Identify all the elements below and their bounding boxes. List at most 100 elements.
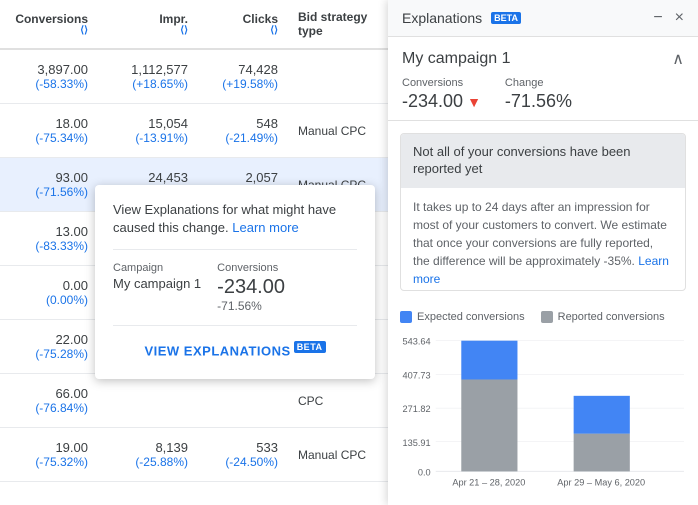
bar-reported-1 (461, 379, 517, 471)
cell-conversions-5: 22.00 (-75.28%) (0, 326, 100, 367)
campaign-section: My campaign 1 ∧ Conversions -234.00 ▼ Ch… (388, 37, 698, 121)
table-row[interactable]: 66.00 (-76.84%) CPC (0, 374, 390, 428)
bar-expected-2 (574, 395, 630, 433)
conversions-change-5: (-75.28%) (12, 347, 88, 361)
campaign-title-row: My campaign 1 ∧ (402, 49, 684, 69)
campaign-metrics: Conversions -234.00 ▼ Change -71.56% (402, 77, 684, 112)
col-impr-label: Impr. (159, 12, 188, 26)
clicks-change-7: (-24.50%) (212, 455, 278, 469)
tooltip-popup: View Explanations for what might have ca… (95, 185, 375, 379)
sort-icon-clicks[interactable]: ⟨⟩ (212, 26, 278, 36)
collapse-icon[interactable]: ∧ (672, 49, 684, 69)
clicks-main-2: 2,057 (212, 170, 278, 185)
panel-controls: − × (653, 10, 684, 26)
cell-clicks-1: 548 (-21.49%) (200, 110, 290, 151)
table-row[interactable]: 18.00 (-75.34%) 15,054 (-13.91%) 548 (-2… (0, 104, 390, 158)
clicks-change-0: (+19.58%) (212, 77, 278, 91)
metric-conversions-value: -234.00 ▼ (402, 91, 481, 112)
conversions-main-5: 22.00 (12, 332, 88, 347)
impr-change-7: (-25.88%) (112, 455, 188, 469)
col-bid-label: Bid strategy type (298, 10, 367, 38)
view-explanations-button[interactable]: VIEW EXPLANATIONS BETA (144, 338, 325, 362)
impr-main-0: 1,112,577 (112, 62, 188, 77)
legend-reported-label: Reported conversions (558, 311, 665, 323)
table-row[interactable]: 3,897.00 (-58.33%) 1,112,577 (+18.65%) 7… (0, 50, 390, 104)
sort-icon-conversions[interactable]: ⟨⟩ (12, 26, 88, 36)
legend-reported: Reported conversions (541, 311, 665, 323)
explanations-panel: Explanations BETA − × My campaign 1 ∧ Co… (388, 0, 698, 505)
tooltip-campaign-label: Campaign (113, 262, 201, 274)
conversions-main-0: 3,897.00 (12, 62, 88, 77)
metric-conversions: Conversions -234.00 ▼ (402, 77, 481, 112)
close-button[interactable]: × (675, 10, 684, 26)
tooltip-conversions-label: Conversions (217, 262, 285, 274)
cell-clicks-0: 74,428 (+19.58%) (200, 56, 290, 97)
col-conversions-label: Conversions (15, 12, 88, 26)
minimize-button[interactable]: − (653, 10, 662, 26)
conversions-change-4: (0.00%) (12, 293, 88, 307)
table-row[interactable]: 19.00 (-75.32%) 8,139 (-25.88%) 533 (-24… (0, 428, 390, 482)
svg-text:Apr 29 – May 6, 2020: Apr 29 – May 6, 2020 (557, 477, 645, 487)
svg-text:407.73: 407.73 (403, 370, 431, 380)
cell-bid-7: Manual CPC (290, 442, 390, 468)
cell-clicks-7: 533 (-24.50%) (200, 434, 290, 475)
legend-expected: Expected conversions (400, 311, 525, 323)
sort-icon-impr[interactable]: ⟨⟩ (112, 26, 188, 36)
cell-bid-0 (290, 71, 390, 83)
conversions-change-1: (-75.34%) (12, 131, 88, 145)
cell-conversions-1: 18.00 (-75.34%) (0, 110, 100, 151)
down-arrow-icon: ▼ (467, 94, 481, 110)
svg-text:0.0: 0.0 (418, 467, 431, 477)
expected-color-swatch (400, 311, 412, 323)
col-header-conversions[interactable]: Conversions ⟨⟩ (0, 4, 100, 44)
cell-conversions-7: 19.00 (-75.32%) (0, 434, 100, 475)
col-header-clicks[interactable]: Clicks ⟨⟩ (200, 4, 290, 44)
conversions-main-7: 19.00 (12, 440, 88, 455)
svg-text:543.64: 543.64 (403, 336, 431, 346)
cell-impr-0: 1,112,577 (+18.65%) (100, 56, 200, 97)
col-header-bid: Bid strategy type (290, 2, 390, 46)
conversions-main-2: 93.00 (12, 170, 88, 185)
bar-expected-1 (461, 340, 517, 379)
legend-expected-label: Expected conversions (417, 311, 525, 323)
campaign-name: My campaign 1 (402, 50, 511, 68)
cell-conversions-6: 66.00 (-76.84%) (0, 380, 100, 421)
clicks-change-1: (-21.49%) (212, 131, 278, 145)
reported-color-swatch (541, 311, 553, 323)
tooltip-campaign: Campaign My campaign 1 (113, 262, 201, 313)
tooltip-cta: VIEW EXPLANATIONS BETA (113, 338, 357, 362)
cell-bid-1: Manual CPC (290, 118, 390, 144)
conversions-number: -234.00 (402, 91, 463, 112)
panel-beta-badge: BETA (491, 12, 521, 24)
tooltip-campaign-value: My campaign 1 (113, 276, 201, 291)
impr-change-1: (-13.91%) (112, 131, 188, 145)
cell-impr-6 (100, 395, 200, 407)
col-header-impr[interactable]: Impr. ⟨⟩ (100, 4, 200, 44)
bar-chart: 543.64 407.73 271.82 135.91 0.0 (400, 331, 686, 497)
cell-impr-7: 8,139 (-25.88%) (100, 434, 200, 475)
clicks-main-0: 74,428 (212, 62, 278, 77)
cell-impr-1: 15,054 (-13.91%) (100, 110, 200, 151)
tooltip-divider-2 (113, 325, 357, 326)
chart-area: 543.64 407.73 271.82 135.91 0.0 (388, 327, 698, 505)
warning-title: Not all of your conversions have been re… (401, 134, 685, 188)
tooltip-desc-text: View Explanations for what might have ca… (113, 202, 336, 235)
conversions-main-6: 66.00 (12, 386, 88, 401)
svg-text:271.82: 271.82 (403, 404, 431, 414)
bar-reported-2 (574, 433, 630, 471)
tooltip-body: Campaign My campaign 1 Conversions -234.… (113, 262, 357, 313)
cell-conversions-4: 0.00 (0.00%) (0, 272, 100, 313)
tooltip-conversions: Conversions -234.00 -71.56% (217, 262, 285, 313)
tooltip-divider (113, 249, 357, 250)
metric-change-value: -71.56% (505, 91, 572, 112)
impr-main-1: 15,054 (112, 116, 188, 131)
tooltip-learn-more-link[interactable]: Learn more (232, 220, 298, 235)
panel-title: Explanations BETA (402, 10, 521, 26)
tooltip-description: View Explanations for what might have ca… (113, 201, 357, 237)
beta-badge: BETA (294, 341, 326, 353)
cell-conversions-0: 3,897.00 (-58.33%) (0, 56, 100, 97)
chart-legend: Expected conversions Reported conversion… (388, 303, 698, 327)
conversions-change-0: (-58.33%) (12, 77, 88, 91)
conversions-main-1: 18.00 (12, 116, 88, 131)
cta-label: VIEW EXPLANATIONS (144, 344, 290, 359)
